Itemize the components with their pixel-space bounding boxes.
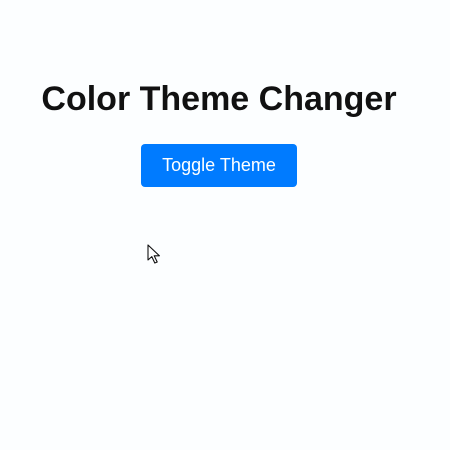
toggle-theme-button[interactable]: Toggle Theme (141, 144, 297, 187)
app-window: Color Theme Changer Toggle Theme (0, 0, 450, 450)
mouse-pointer-icon (147, 244, 160, 264)
page-title: Color Theme Changer (41, 80, 397, 118)
